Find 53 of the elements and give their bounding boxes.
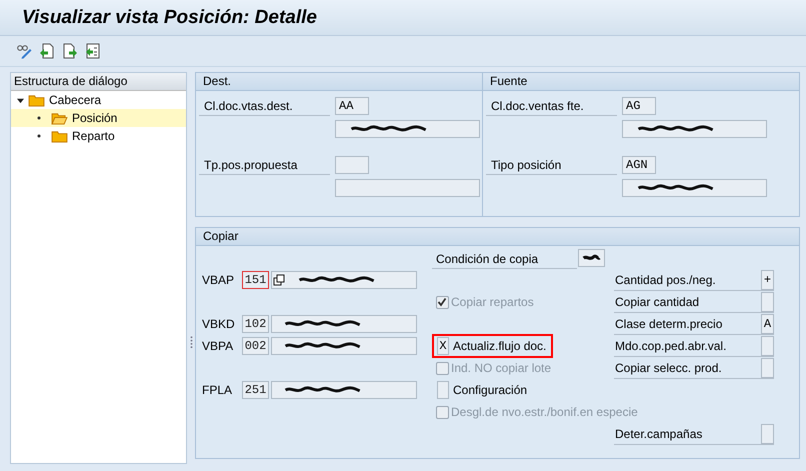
field-label: Deter.campañas [614, 426, 704, 440]
panel-title: Dest. [196, 73, 482, 91]
field-label: Cantidad pos./neg. [614, 272, 717, 286]
open-folder-icon [51, 112, 68, 124]
expand-triangle-icon[interactable] [17, 96, 24, 104]
input-field[interactable] [761, 424, 774, 444]
input-field[interactable]: A [761, 314, 774, 334]
input-field[interactable]: 102 [242, 315, 269, 333]
input-field[interactable]: 002 [242, 337, 269, 355]
input-field[interactable]: 151 [242, 271, 269, 289]
bullet-icon [37, 134, 41, 138]
field-label: Cl.doc.ventas fte. [486, 97, 617, 116]
input-field[interactable]: 251 [242, 381, 269, 399]
tree-node[interactable]: Reparto [11, 127, 186, 145]
folder-icon [28, 94, 45, 106]
input-field[interactable]: AGN [622, 156, 656, 174]
field-label: Clase determ.precio [614, 316, 724, 330]
tree-node[interactable]: Posición [11, 109, 186, 127]
table-label: VBAP [202, 273, 236, 287]
field-label: Tipo posición [486, 156, 617, 175]
page-left-arrow-icon[interactable] [39, 43, 55, 59]
input-field[interactable]: AA [335, 96, 369, 114]
input-field[interactable] [335, 156, 369, 174]
bullet-icon [37, 116, 41, 120]
field-label: Mdo.cop.ped.abr.val. [614, 338, 728, 352]
checkmark-icon [437, 296, 447, 306]
table-label: FPLA [202, 383, 234, 397]
tree-node[interactable]: Cabecera [11, 91, 186, 109]
redaction-scribble [582, 253, 601, 263]
field-label: Cl.doc.vtas.dest. [199, 97, 330, 116]
panel-title: Copiar [196, 228, 799, 246]
folder-icon [51, 130, 68, 142]
checkbox[interactable]: Configuración [432, 378, 534, 402]
checkbox[interactable]: X Actualiz.flujo doc. [432, 334, 554, 358]
splitter-handle[interactable] [190, 334, 193, 348]
field-label: Copiar selecc. prod. [614, 360, 723, 374]
panel-title: Fuente [483, 73, 799, 91]
field-label: Copiar cantidad [614, 294, 700, 308]
input-field[interactable] [578, 249, 605, 267]
page-right-arrow-icon[interactable] [62, 43, 78, 59]
input-field[interactable]: + [761, 270, 774, 290]
input-field[interactable] [761, 292, 774, 312]
input-field[interactable] [761, 358, 774, 378]
copy-icon[interactable] [273, 274, 285, 286]
table-label: VBKD [202, 317, 236, 331]
field-label: Tp.pos.propuesta [199, 156, 330, 175]
tree-header: Estructura de diálogo [11, 73, 186, 91]
glasses-pencil-icon[interactable] [16, 43, 32, 59]
table-label: VBPA [202, 339, 234, 353]
input-field[interactable]: AG [622, 96, 656, 114]
field-label: Condición de copia [432, 250, 577, 268]
input-field[interactable] [761, 336, 774, 356]
window-title: Visualizar vista Posición: Detalle [22, 6, 317, 28]
